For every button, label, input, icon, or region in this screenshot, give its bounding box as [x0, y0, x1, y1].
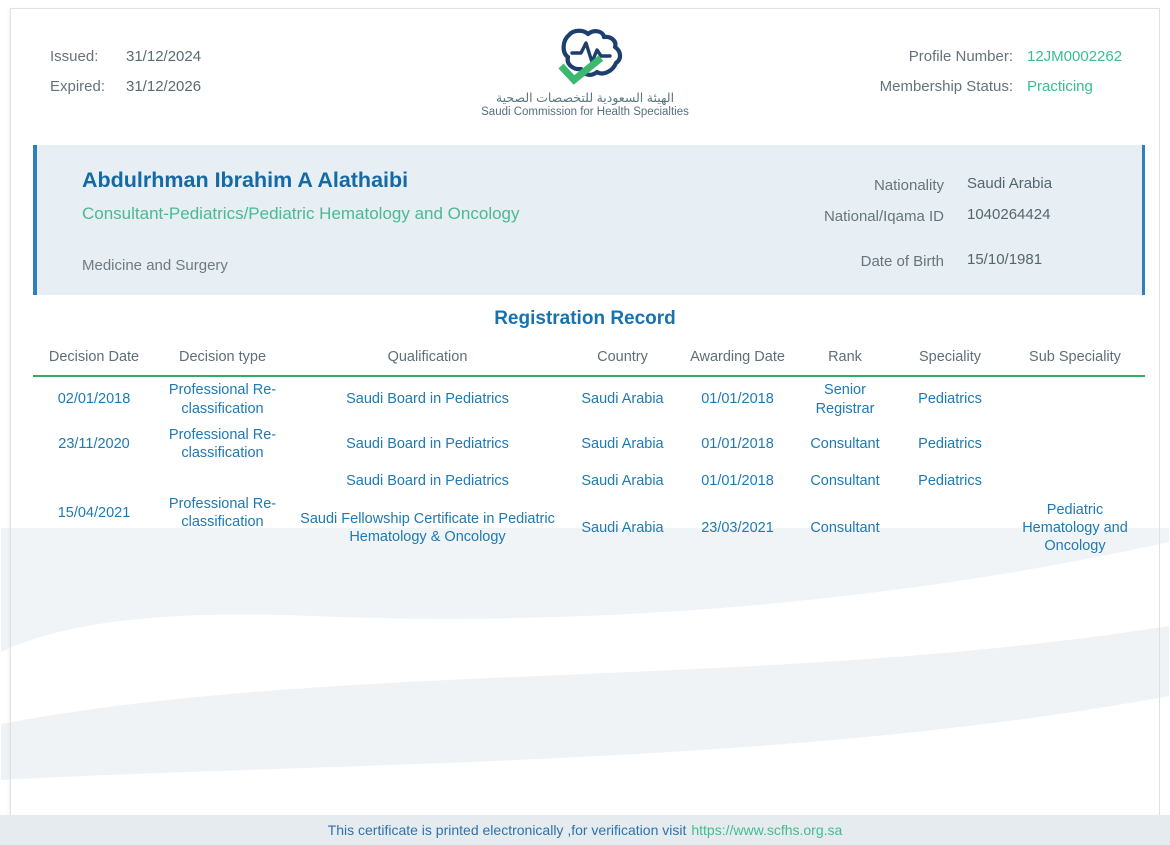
cell-country: Saudi Arabia	[565, 496, 680, 560]
cell-decision-date: 23/11/2020	[33, 422, 155, 466]
cell-sub-speciality: Pediatric Hematology and Oncology	[1005, 496, 1145, 560]
table-row: 23/11/2020 Professional Re-classificatio…	[33, 422, 1145, 466]
date-of-birth-label: Date of Birth	[737, 251, 944, 270]
practitioner-name: Abdulrhman Ibrahim A Alathaibi	[82, 168, 408, 193]
cell-speciality: Pediatrics	[895, 376, 1005, 422]
nationality-value: Saudi Arabia	[967, 175, 1152, 206]
national-id-label: National/Iqama ID	[737, 206, 944, 225]
cell-sub-speciality	[1005, 422, 1145, 466]
col-sub-speciality: Sub Speciality	[1005, 343, 1145, 376]
cell-sub-speciality	[1005, 466, 1145, 496]
col-rank: Rank	[795, 343, 895, 376]
cell-speciality: Pediatrics	[895, 422, 1005, 466]
expired-label: Expired:	[50, 78, 122, 95]
cell-decision-date: 15/04/2021	[33, 466, 155, 560]
col-speciality: Speciality	[895, 343, 1005, 376]
membership-status-value: Practicing	[1027, 78, 1145, 95]
cell-rank: Consultant	[795, 466, 895, 496]
col-decision-type: Decision type	[155, 343, 290, 376]
practitioner-identity-info: Nationality Saudi Arabia National/Iqama …	[737, 175, 1152, 270]
nationality-label: Nationality	[737, 175, 944, 206]
practitioner-title: Consultant-Pediatrics/Pediatric Hematolo…	[82, 203, 522, 226]
logo-arabic-text: الهيئة السعودية للتخصصات الصحية	[435, 90, 735, 105]
cell-country: Saudi Arabia	[565, 466, 680, 496]
cell-qualification: Saudi Board in Pediatrics	[290, 376, 565, 422]
profile-number-label: Profile Number:	[838, 48, 1013, 65]
cell-rank: Consultant	[795, 496, 895, 560]
cell-qualification: Saudi Board in Pediatrics	[290, 466, 565, 496]
practitioner-card: Abdulrhman Ibrahim A Alathaibi Consultan…	[33, 145, 1145, 295]
verification-footer: This certificate is printed electronical…	[0, 815, 1170, 845]
issued-label: Issued:	[50, 48, 122, 65]
cell-decision-date: 02/01/2018	[33, 376, 155, 422]
cell-decision-type: Professional Re-classification	[155, 422, 290, 466]
info-spacer	[737, 225, 1152, 251]
registration-record-title: Registration Record	[0, 308, 1170, 330]
col-decision-date: Decision Date	[33, 343, 155, 376]
profile-number-value: 12JM0002262	[1027, 48, 1145, 65]
issued-value: 31/12/2024	[126, 48, 201, 65]
cell-country: Saudi Arabia	[565, 422, 680, 466]
cell-awarding-date: 23/03/2021	[680, 496, 795, 560]
logo-english-text: Saudi Commission for Health Specialties	[435, 106, 735, 118]
cell-rank: Consultant	[795, 422, 895, 466]
national-id-value: 1040264424	[967, 206, 1152, 225]
cell-speciality: Pediatrics	[895, 466, 1005, 496]
scfhs-logo: الهيئة السعودية للتخصصات الصحية Saudi Co…	[435, 26, 735, 118]
membership-status-label: Membership Status:	[838, 78, 1013, 95]
practitioner-degree: Medicine and Surgery	[82, 257, 228, 274]
cell-awarding-date: 01/01/2018	[680, 466, 795, 496]
col-qualification: Qualification	[290, 343, 565, 376]
verification-link[interactable]: https://www.scfhs.org.sa	[691, 822, 842, 838]
table-row: 15/04/2021 Professional Re-classificatio…	[33, 466, 1145, 496]
scfhs-map-heartbeat-icon	[539, 26, 631, 88]
date-of-birth-value: 15/10/1981	[967, 251, 1152, 270]
registration-record-table: Decision Date Decision type Qualificatio…	[33, 343, 1145, 560]
background-swoosh	[1, 528, 1169, 815]
col-awarding-date: Awarding Date	[680, 343, 795, 376]
table-row: 02/01/2018 Professional Re-classificatio…	[33, 376, 1145, 422]
cell-awarding-date: 01/01/2018	[680, 422, 795, 466]
expired-value: 31/12/2026	[126, 78, 201, 95]
cell-qualification: Saudi Fellowship Certificate in Pediatri…	[290, 496, 565, 560]
cell-decision-type: Professional Re-classification	[155, 466, 290, 560]
table-header-row: Decision Date Decision type Qualificatio…	[33, 343, 1145, 376]
cell-awarding-date: 01/01/2018	[680, 376, 795, 422]
validity-dates: Issued: 31/12/2024 Expired: 31/12/2026	[50, 48, 201, 108]
cell-decision-type: Professional Re-classification	[155, 376, 290, 422]
col-country: Country	[565, 343, 680, 376]
cell-speciality	[895, 496, 1005, 560]
profile-status-block: Profile Number: 12JM0002262 Membership S…	[838, 48, 1145, 95]
cell-sub-speciality	[1005, 376, 1145, 422]
footer-text: This certificate is printed electronical…	[328, 822, 687, 838]
certificate-header: Issued: 31/12/2024 Expired: 31/12/2026 ا…	[0, 0, 1170, 140]
cell-country: Saudi Arabia	[565, 376, 680, 422]
cell-qualification: Saudi Board in Pediatrics	[290, 422, 565, 466]
cell-rank: Senior Registrar	[795, 376, 895, 422]
